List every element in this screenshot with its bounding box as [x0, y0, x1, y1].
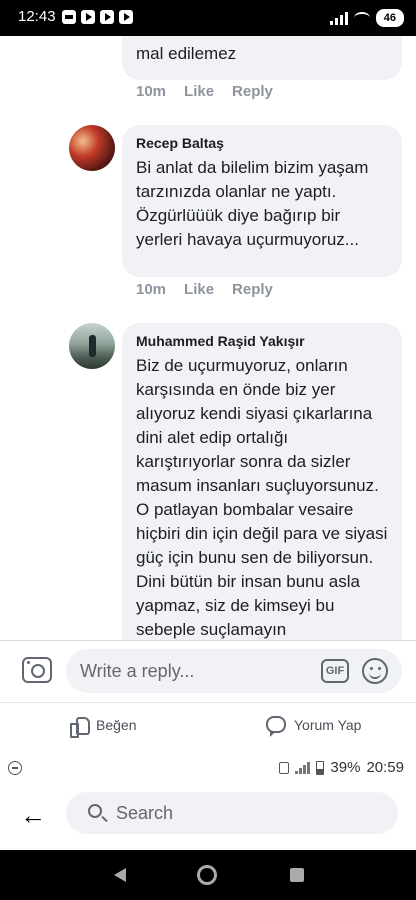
game-icon	[62, 10, 76, 24]
comment-time: 10m	[136, 83, 167, 100]
status-bar: 12:43 46	[0, 0, 416, 36]
like-button[interactable]: Like	[184, 281, 214, 298]
search-placeholder: Search	[116, 803, 174, 823]
gif-icon[interactable]: GIF	[321, 659, 349, 683]
comment-bubble[interactable]: mal edilemez	[122, 36, 402, 80]
reply-composer: Write a reply... GIF	[0, 640, 416, 702]
comment-actions: 10m Like Reply	[136, 281, 273, 298]
nav-back-icon[interactable]	[114, 868, 126, 882]
youtube-icon	[81, 10, 95, 24]
signal-icon	[295, 761, 311, 774]
comment-bubble[interactable]: Muhammed Raşid Yakışır Biz de uçurmuyoru…	[122, 323, 402, 640]
navigation-bar	[0, 850, 416, 900]
emoji-icon[interactable]	[362, 658, 388, 684]
comment-actions: 10m Like Reply	[136, 83, 273, 100]
secondary-status-bar: 39% 20:59	[0, 752, 416, 782]
avatar[interactable]	[69, 323, 115, 369]
like-post-button[interactable]: Beğen	[70, 716, 137, 738]
minus-icon	[8, 761, 22, 775]
notification-icons	[62, 10, 133, 24]
status-time: 20:59	[366, 759, 404, 776]
search-icon	[88, 804, 102, 818]
back-arrow-icon[interactable]: ←	[20, 802, 46, 828]
comment-text: Biz de uçurmuyoruz, onların karşısında e…	[136, 356, 388, 639]
wifi-icon	[353, 12, 370, 24]
avatar[interactable]	[69, 125, 115, 171]
comment-author[interactable]: Recep Baltaş	[136, 135, 388, 151]
lock-icon	[279, 761, 290, 774]
search-input[interactable]: Search	[66, 792, 398, 834]
search-bar: ← Search	[0, 782, 416, 850]
post-action-bar: Beğen Yorum Yap	[0, 702, 416, 748]
like-button[interactable]: Like	[184, 83, 214, 100]
comment-author[interactable]: Muhammed Raşid Yakışır	[136, 333, 388, 349]
comment-text: Bi anlat da bilelim bizim yaşam tarzınız…	[136, 158, 369, 249]
reply-input[interactable]: Write a reply... GIF	[66, 649, 402, 693]
battery-icon	[316, 760, 325, 775]
reply-button[interactable]: Reply	[232, 281, 273, 298]
status-time: 12:43	[18, 8, 56, 25]
youtube-icon	[100, 10, 114, 24]
comment-icon	[266, 716, 286, 737]
battery-percent: 39%	[330, 759, 361, 776]
comment-time: 10m	[136, 281, 167, 298]
battery-icon: 46	[375, 9, 404, 27]
reply-placeholder: Write a reply...	[80, 661, 195, 681]
comment-post-label: Yorum Yap	[294, 716, 362, 733]
comment-text: mal edilemez	[136, 44, 237, 63]
signal-icon	[329, 11, 348, 25]
youtube-icon	[119, 10, 133, 24]
camera-icon[interactable]	[22, 657, 52, 683]
comment-post-button[interactable]: Yorum Yap	[266, 716, 362, 737]
like-post-label: Beğen	[96, 717, 137, 733]
reply-button[interactable]: Reply	[232, 83, 273, 100]
comments-list[interactable]: mal edilemez 10m Like Reply Recep Baltaş…	[0, 36, 416, 640]
thumbs-up-icon	[70, 716, 90, 738]
nav-recents-icon[interactable]	[290, 868, 304, 882]
nav-home-icon[interactable]	[197, 865, 217, 885]
comment-bubble[interactable]: Recep Baltaş Bi anlat da bilelim bizim y…	[122, 125, 402, 277]
